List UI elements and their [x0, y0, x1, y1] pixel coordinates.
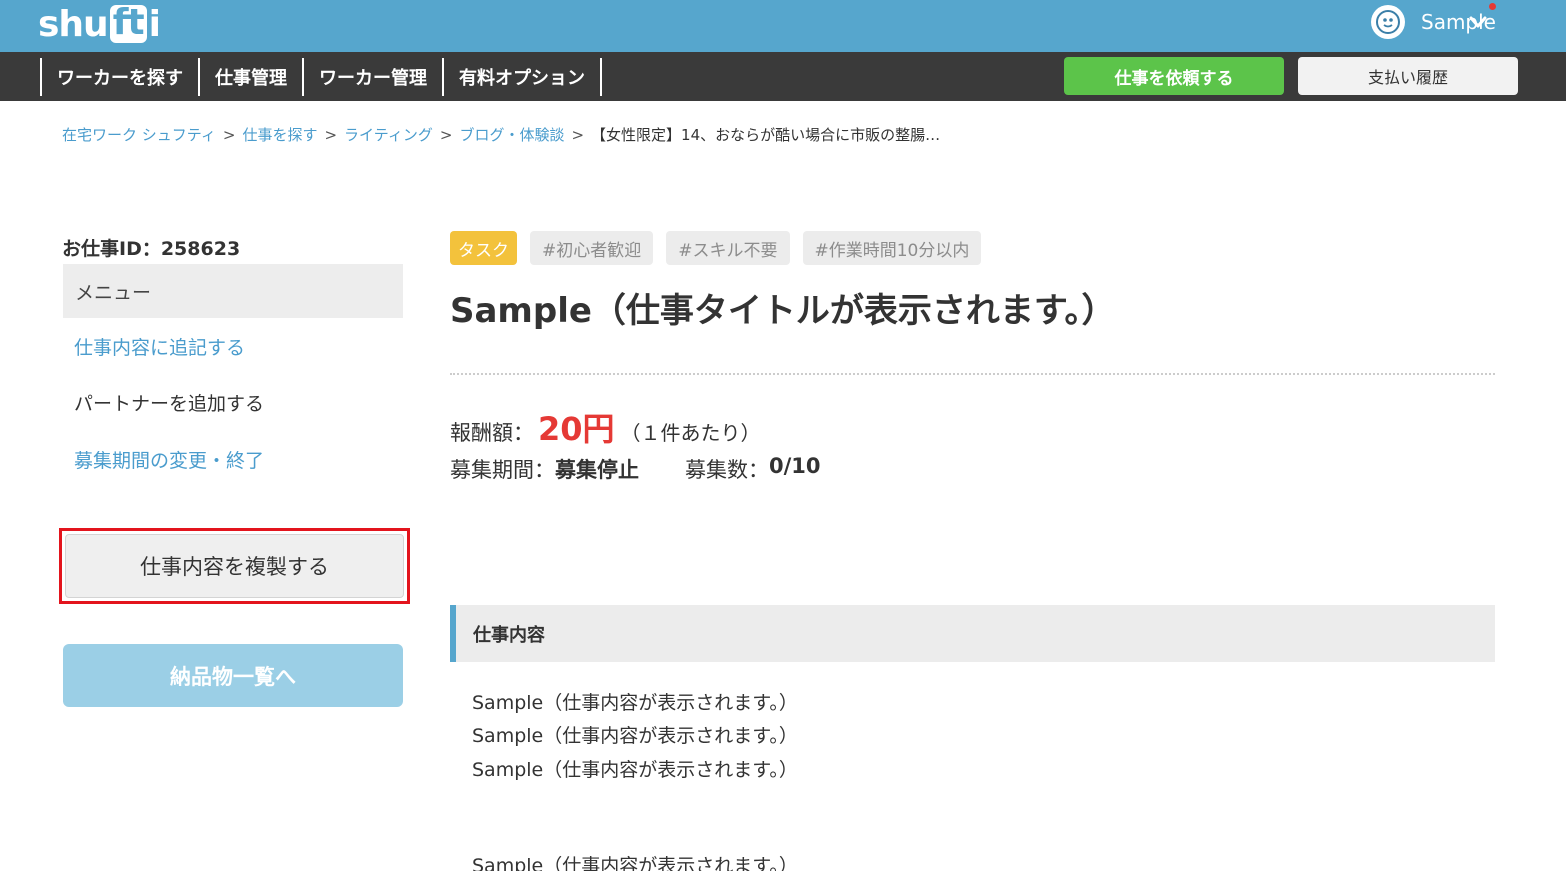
tag-task: タスク: [450, 231, 517, 265]
job-id: お仕事ID：258623: [62, 238, 241, 260]
job-tags: タスク #初心者歓迎 #スキル不要 #作業時間10分以内: [450, 231, 994, 265]
sidebar-link-add-partner[interactable]: パートナーを追加する: [74, 389, 264, 416]
breadcrumb-link-writing[interactable]: ライティング: [344, 124, 433, 145]
breadcrumb-separator: >: [222, 125, 236, 144]
reward-label: 報酬額：: [450, 421, 534, 445]
period-value: 募集停止: [555, 458, 639, 482]
deliverables-list-button[interactable]: 納品物一覧へ: [63, 644, 403, 707]
nav-item-job-management[interactable]: 仕事管理: [198, 58, 302, 96]
logo-text-post: i: [148, 3, 161, 45]
nav-item-paid-options[interactable]: 有料オプション: [442, 58, 602, 96]
reward-unit: （１件あたり）: [620, 421, 761, 445]
nav-item-find-workers[interactable]: ワーカーを探す: [40, 58, 198, 96]
menu-heading: メニュー: [63, 264, 403, 318]
content-line: Sample（仕事内容が表示されます。）: [472, 725, 798, 747]
reward-amount: 20円: [538, 410, 615, 448]
breadcrumb-separator: >: [571, 125, 585, 144]
nav-item-worker-management[interactable]: ワーカー管理: [302, 58, 442, 96]
job-title: Sample（仕事タイトルが表示されます。）: [450, 291, 1116, 331]
period-label: 募集期間：: [450, 458, 555, 482]
count-label: 募集数：: [685, 458, 769, 482]
divider: [450, 373, 1495, 375]
tag-under-10-minutes[interactable]: #作業時間10分以内: [802, 231, 982, 265]
breadcrumb-link-find-jobs[interactable]: 仕事を探す: [242, 124, 317, 145]
tag-no-skill[interactable]: #スキル不要: [666, 231, 790, 265]
highlight-box: [59, 528, 410, 604]
tag-beginner-welcome[interactable]: #初心者歓迎: [530, 231, 654, 265]
content-line: Sample（仕事内容が表示されます。）: [472, 855, 798, 871]
sidebar-link-append-content[interactable]: 仕事内容に追記する: [74, 333, 245, 360]
nav-items: ワーカーを探す 仕事管理 ワーカー管理 有料オプション: [40, 58, 602, 96]
shufti-logo[interactable]: shu ft i: [38, 2, 161, 46]
notification-dot-icon: [1489, 3, 1496, 10]
chevron-down-icon[interactable]: [1468, 12, 1488, 32]
breadcrumb: 在宅ワーク シュフティ > 仕事を探す > ライティング > ブログ・体験談 >…: [62, 124, 940, 145]
breadcrumb-separator: >: [324, 125, 338, 144]
content-line: Sample（仕事内容が表示されます。）: [472, 759, 798, 781]
breadcrumb-separator: >: [439, 125, 453, 144]
breadcrumb-current: 【女性限定】14、おならが酷い場合に市販の整腸…: [591, 126, 941, 144]
logo-text-pre: shu: [38, 3, 109, 45]
reward-row: 報酬額： 20円 （１件あたり）: [450, 404, 761, 450]
breadcrumb-link-home[interactable]: 在宅ワーク シュフティ: [62, 124, 216, 145]
count-value: 0/10: [769, 454, 821, 478]
section-job-content-heading: 仕事内容: [450, 605, 1495, 662]
recruitment-row: 募集期間： 募集停止 募集数： 0/10: [450, 454, 821, 484]
user-avatar-icon: [1371, 5, 1405, 39]
content-line: Sample（仕事内容が表示されます。）: [472, 692, 798, 714]
logo-text-ft: ft: [109, 5, 147, 43]
top-header: shu ft i Sample: [0, 0, 1566, 52]
breadcrumb-link-blog[interactable]: ブログ・体験談: [459, 124, 564, 145]
request-job-button[interactable]: 仕事を依頼する: [1064, 57, 1284, 95]
payment-history-button[interactable]: 支払い履歴: [1298, 57, 1518, 95]
sidebar-link-change-period[interactable]: 募集期間の変更・終了: [74, 446, 264, 473]
